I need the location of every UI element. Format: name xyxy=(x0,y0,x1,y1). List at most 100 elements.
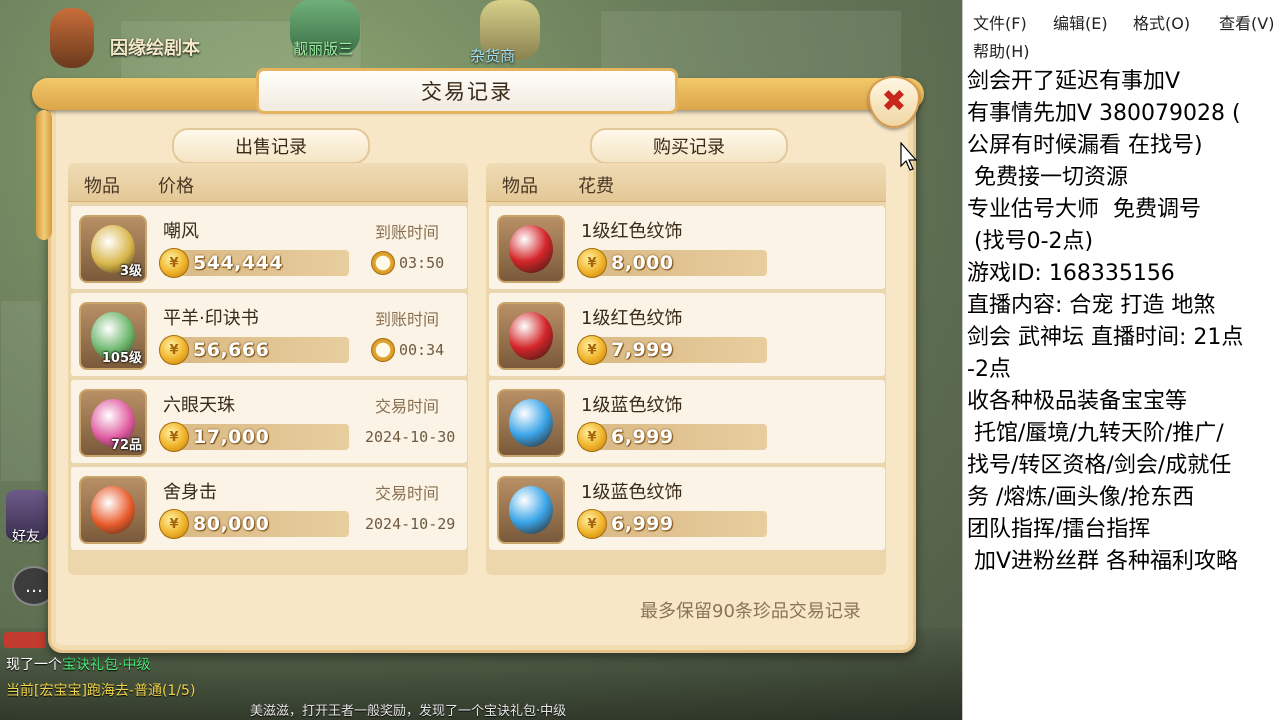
time-value: 2024-10-30 xyxy=(365,428,455,446)
notepad-line: 游戏ID: 168335156 xyxy=(967,261,1175,286)
clock-icon xyxy=(371,251,395,275)
mouse-cursor-icon xyxy=(900,142,918,171)
notepad-line: 收各种极品装备宝宝等 xyxy=(967,389,1188,414)
time-value: 00:34 xyxy=(371,338,445,362)
gem-art xyxy=(509,225,553,273)
item-icon[interactable] xyxy=(497,389,565,457)
column-header-item: 物品 xyxy=(84,176,120,197)
chat-line: 美滋滋，打开王者一般奖励，发现了一个宝诀礼包·中级 xyxy=(250,704,567,719)
menu-format[interactable]: 格式(O) xyxy=(1133,10,1190,34)
time-label: 交易时间 xyxy=(375,397,440,416)
price-value: 7,999 xyxy=(611,339,674,361)
npc-name: 杂货商 xyxy=(470,47,516,65)
tab-sell-records[interactable]: 出售记录 xyxy=(172,128,370,164)
tab-buy-records[interactable]: 购买记录 xyxy=(590,128,788,164)
notepad-line: 务 /熔炼/画头像/抢东西 xyxy=(967,485,1195,510)
time-text: 00:34 xyxy=(399,341,445,359)
price-value: 6,999 xyxy=(611,426,674,448)
item-level: 105级 xyxy=(101,351,142,366)
chat-item-link[interactable]: 宝诀礼包·中级 xyxy=(62,657,150,673)
item-icon[interactable]: 3级 xyxy=(79,215,147,283)
item-level: 72品 xyxy=(110,438,142,453)
time-label: 到账时间 xyxy=(375,310,440,329)
time-text: 03:50 xyxy=(399,254,445,272)
item-icon[interactable] xyxy=(497,215,565,283)
notepad-line: 免费接一切资源 xyxy=(967,165,1128,190)
notepad-line: 托馆/蜃境/九转天阶/推广/ xyxy=(967,421,1224,446)
gem-art xyxy=(509,312,553,360)
item-name: 1级蓝色纹饰 xyxy=(581,482,683,503)
menu-edit[interactable]: 编辑(E) xyxy=(1053,10,1108,34)
chat-text: 现了一个 xyxy=(6,657,62,673)
time-value: 03:50 xyxy=(371,251,445,275)
sell-record-row[interactable]: 舍身击 ¥80,000 交易时间 2024-10-29 xyxy=(70,466,468,551)
dialog-title: 交易记录 xyxy=(421,80,513,104)
time-label: 到账时间 xyxy=(375,223,440,242)
npc-character[interactable] xyxy=(50,8,94,68)
scene-title: 因缘绘剧本 xyxy=(110,38,200,59)
time-text: 2024-10-30 xyxy=(365,428,456,446)
item-icon[interactable]: 72品 xyxy=(79,389,147,457)
close-icon: ✖ xyxy=(881,84,907,119)
gold-coin-icon: ¥ xyxy=(577,248,607,278)
menu-file[interactable]: 文件(F) xyxy=(973,10,1027,34)
item-name: 平羊·印诀书 xyxy=(163,308,259,329)
npc-name: 靓丽版三 xyxy=(293,40,354,58)
buy-record-row[interactable]: 1级蓝色纹饰 ¥6,999 xyxy=(488,466,886,551)
record-limit-note: 最多保留90条珍品交易记录 xyxy=(640,601,861,622)
column-header-price: 价格 xyxy=(158,176,194,197)
buy-record-row[interactable]: 1级红色纹饰 ¥8,000 xyxy=(488,205,886,290)
column-header-item: 物品 xyxy=(502,176,538,197)
chat-line: 现了一个宝诀礼包·中级 xyxy=(6,654,150,674)
item-icon[interactable] xyxy=(497,476,565,544)
item-icon[interactable] xyxy=(497,302,565,370)
notepad-line: 有事情先加V 380079028 ( xyxy=(967,101,1241,126)
gold-coin-icon: ¥ xyxy=(159,509,189,539)
buy-records-list[interactable]: 物品 花费 1级红色纹饰 ¥8,000 1级红色纹饰 ¥7,999 1级蓝色纹饰 ¥6,9… xyxy=(486,163,886,575)
notepad-line: (找号0-2点) xyxy=(967,229,1094,254)
notepad-line: 剑会开了延迟有事加V xyxy=(967,69,1181,94)
gold-coin-icon: ¥ xyxy=(577,335,607,365)
time-label: 交易时间 xyxy=(375,484,440,503)
notepad-line: 找号/转区资格/剑会/成就任 xyxy=(967,453,1232,478)
chat-line: 当前[宏宝宝]跑海去-普通(1/5) xyxy=(6,680,195,700)
price-value: 17,000 xyxy=(193,426,270,448)
price-value: 544,444 xyxy=(193,252,284,274)
tassel-ornament xyxy=(36,110,52,240)
notepad-line: 专业估号大师 免费调号 xyxy=(967,197,1201,222)
sell-column-headers: 物品 价格 xyxy=(68,163,468,202)
clock-icon xyxy=(371,338,395,362)
notepad-window[interactable]: 文件(F) 编辑(E) 格式(O) 查看(V) 帮助(H) 剑会开了延迟有事加V… xyxy=(962,0,1280,720)
buy-record-row[interactable]: 1级蓝色纹饰 ¥6,999 xyxy=(488,379,886,464)
price-value: 80,000 xyxy=(193,513,270,535)
chat-task-link[interactable]: [宏宝宝]跑海去-普通(1/5) xyxy=(34,683,195,699)
notepad-line: 团队指挥/擂台指挥 xyxy=(967,517,1151,542)
time-text: 2024-10-29 xyxy=(365,515,456,533)
menu-help[interactable]: 帮助(H) xyxy=(973,38,1030,62)
price-bar: ¥80,000 xyxy=(159,509,349,539)
price-bar: ¥544,444 xyxy=(159,248,349,278)
price-value: 6,999 xyxy=(611,513,674,535)
gem-art xyxy=(509,399,553,447)
price-bar: ¥56,666 xyxy=(159,335,349,365)
gem-art xyxy=(509,486,553,534)
sell-record-row[interactable]: 105级 平羊·印诀书 ¥56,666 到账时间 00:34 xyxy=(70,292,468,377)
sell-record-row[interactable]: 3级 嘲风 ¥544,444 到账时间 03:50 xyxy=(70,205,468,290)
item-name: 六眼天珠 xyxy=(163,395,235,416)
price-value: 56,666 xyxy=(193,339,270,361)
bg-wall xyxy=(0,300,42,482)
sell-records-list[interactable]: 物品 价格 3级 嘲风 ¥544,444 到账时间 03:50 105级 平羊·印诀书 ¥56… xyxy=(68,163,468,575)
item-icon[interactable]: 105级 xyxy=(79,302,147,370)
gold-coin-icon: ¥ xyxy=(159,335,189,365)
item-name: 1级蓝色纹饰 xyxy=(581,395,683,416)
notepad-line: -2点 xyxy=(967,357,1011,382)
notepad-text-area[interactable]: 剑会开了延迟有事加V 有事情先加V 380079028 (公屏有时候漏看 在找号)… xyxy=(967,66,1279,578)
item-icon[interactable] xyxy=(79,476,147,544)
sell-record-row[interactable]: 72品 六眼天珠 ¥17,000 交易时间 2024-10-30 xyxy=(70,379,468,464)
item-name: 舍身击 xyxy=(163,482,217,503)
channel-tag xyxy=(4,632,46,648)
buy-record-row[interactable]: 1级红色纹饰 ¥7,999 xyxy=(488,292,886,377)
item-name: 嘲风 xyxy=(163,221,199,242)
menu-view[interactable]: 查看(V) xyxy=(1219,10,1279,34)
price-bar: ¥8,000 xyxy=(577,248,767,278)
